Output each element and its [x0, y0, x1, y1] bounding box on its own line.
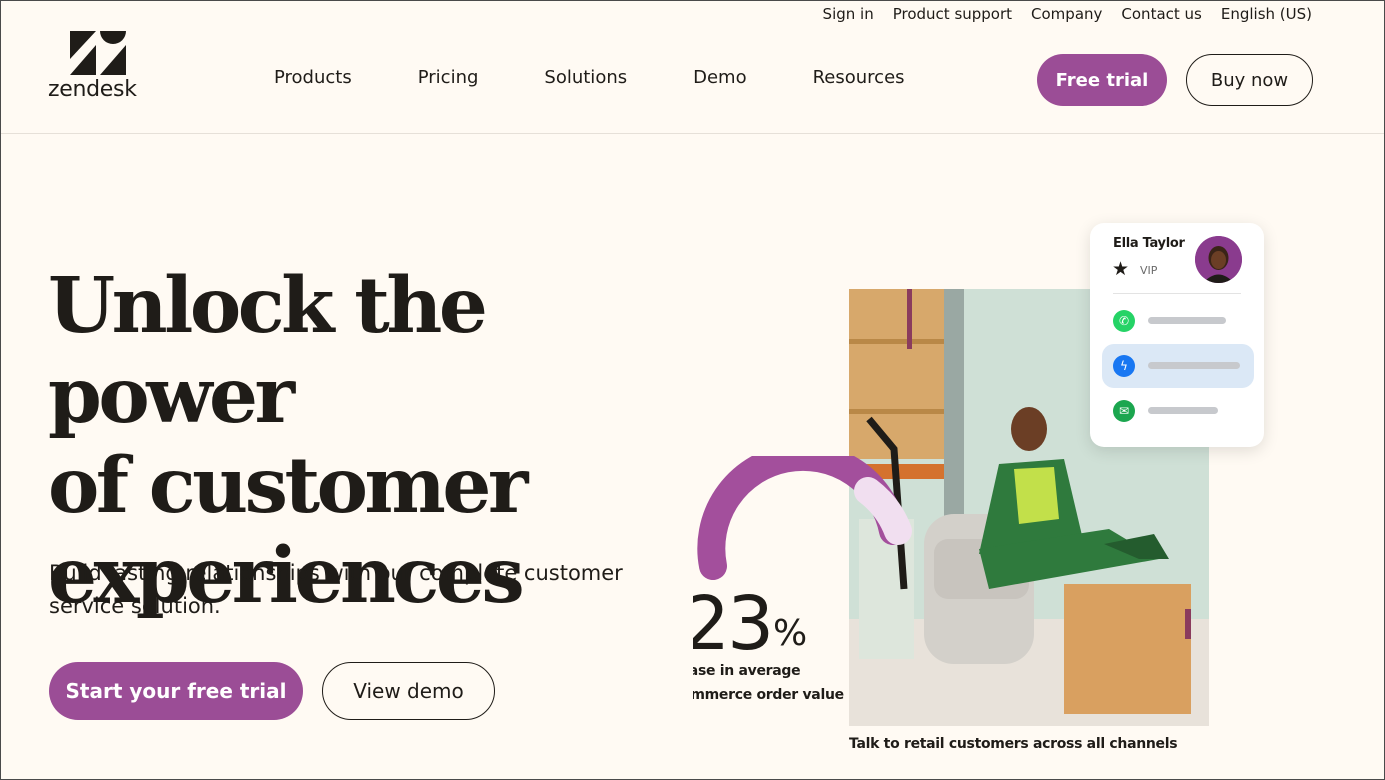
stat-description-line: rease in average — [693, 663, 801, 679]
stat-unit: % — [773, 613, 808, 654]
hero-subtitle: Build lasting relationships with our com… — [49, 557, 649, 623]
channel-row-whatsapp[interactable]: ✆ — [1102, 299, 1254, 343]
company-link[interactable]: Company — [1031, 5, 1102, 23]
progress-arc — [697, 456, 912, 580]
hero-media: 23 % rease in average commerce order val… — [693, 211, 1313, 779]
placeholder-bar — [1148, 362, 1240, 369]
utility-nav: Sign in Product support Company Contact … — [823, 5, 1312, 23]
vip-badge: VIP — [1140, 264, 1158, 277]
hero-title-line: of customer — [48, 441, 528, 531]
card-divider — [1113, 293, 1241, 294]
free-trial-button[interactable]: Free trial — [1037, 54, 1167, 106]
main-nav: Products Pricing Solutions Demo Resource… — [274, 67, 905, 88]
buy-now-button[interactable]: Buy now — [1186, 54, 1313, 106]
avatar — [1195, 236, 1242, 283]
stat-number: 23 — [693, 581, 774, 667]
hero-subtitle-line: service solution. — [49, 594, 221, 618]
nav-resources[interactable]: Resources — [813, 67, 905, 88]
channel-row-email[interactable]: ✉ — [1102, 389, 1254, 433]
view-demo-button[interactable]: View demo — [322, 662, 495, 720]
messenger-icon: ϟ — [1113, 355, 1135, 377]
photo-caption: Talk to retail customers across all chan… — [849, 736, 1178, 752]
zendesk-mark-icon — [70, 31, 126, 75]
hero-title-line: Unlock the power — [48, 261, 488, 441]
placeholder-bar — [1148, 407, 1218, 414]
sign-in-link[interactable]: Sign in — [823, 5, 874, 23]
customer-name: Ella Taylor — [1113, 236, 1185, 251]
star-icon: ★ — [1112, 258, 1130, 280]
hero-subtitle-line: Build lasting relationships with our com… — [49, 561, 623, 585]
zendesk-logo[interactable]: zendesk — [48, 31, 150, 102]
brand-name: zendesk — [48, 77, 137, 102]
header-divider — [1, 133, 1384, 134]
language-selector[interactable]: English (US) — [1221, 5, 1312, 23]
nav-pricing[interactable]: Pricing — [418, 67, 479, 88]
start-free-trial-button[interactable]: Start your free trial — [49, 662, 303, 720]
nav-solutions[interactable]: Solutions — [544, 67, 627, 88]
stat-description-line: commerce order value — [693, 687, 844, 703]
whatsapp-icon: ✆ — [1113, 310, 1135, 332]
nav-products[interactable]: Products — [274, 67, 352, 88]
customer-profile-card: Ella Taylor ★ VIP ✆ ϟ ✉ — [1090, 223, 1264, 447]
channel-row-messenger[interactable]: ϟ — [1102, 344, 1254, 388]
contact-us-link[interactable]: Contact us — [1121, 5, 1201, 23]
email-icon: ✉ — [1113, 400, 1135, 422]
placeholder-bar — [1148, 317, 1226, 324]
nav-demo[interactable]: Demo — [693, 67, 746, 88]
product-support-link[interactable]: Product support — [893, 5, 1012, 23]
